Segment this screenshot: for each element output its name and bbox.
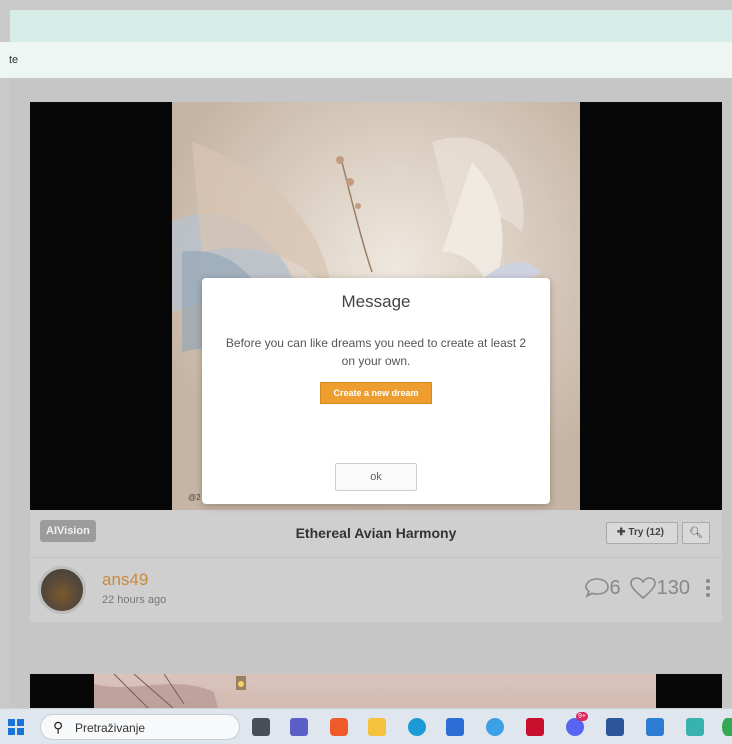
file-explorer-icon[interactable]	[368, 718, 386, 736]
photos-icon[interactable]	[646, 718, 664, 736]
mcafee-icon[interactable]	[526, 718, 544, 736]
taskbar-search-text: Pretraživanje	[75, 721, 146, 735]
brave-icon[interactable]	[330, 718, 348, 736]
discord-badge: 9+	[576, 712, 588, 721]
notepad-icon[interactable]	[686, 718, 704, 736]
microsoft-store-icon[interactable]	[446, 718, 464, 736]
chrome-icon[interactable]	[722, 718, 732, 736]
taskbar: ⚲ Pretraživanje 9+	[0, 708, 732, 744]
edge-icon[interactable]	[408, 718, 426, 736]
search-icon: ⚲	[53, 719, 64, 735]
dialog-message: Before you can like dreams you need to c…	[225, 336, 527, 368]
message-dialog: Message Before you can like dreams you n…	[202, 278, 550, 504]
windows-start-icon[interactable]	[8, 719, 24, 735]
dialog-title: Message	[341, 292, 411, 311]
word-icon[interactable]	[606, 718, 624, 736]
taskbar-search[interactable]: ⚲ Pretraživanje	[40, 714, 240, 740]
teams-icon[interactable]	[290, 718, 308, 736]
ok-button[interactable]: ok	[335, 463, 417, 491]
create-dream-button[interactable]: Create a new dream	[320, 382, 432, 404]
task-view-icon[interactable]	[252, 718, 270, 736]
app-icon[interactable]	[486, 718, 504, 736]
discord-icon[interactable]: 9+	[566, 712, 588, 736]
